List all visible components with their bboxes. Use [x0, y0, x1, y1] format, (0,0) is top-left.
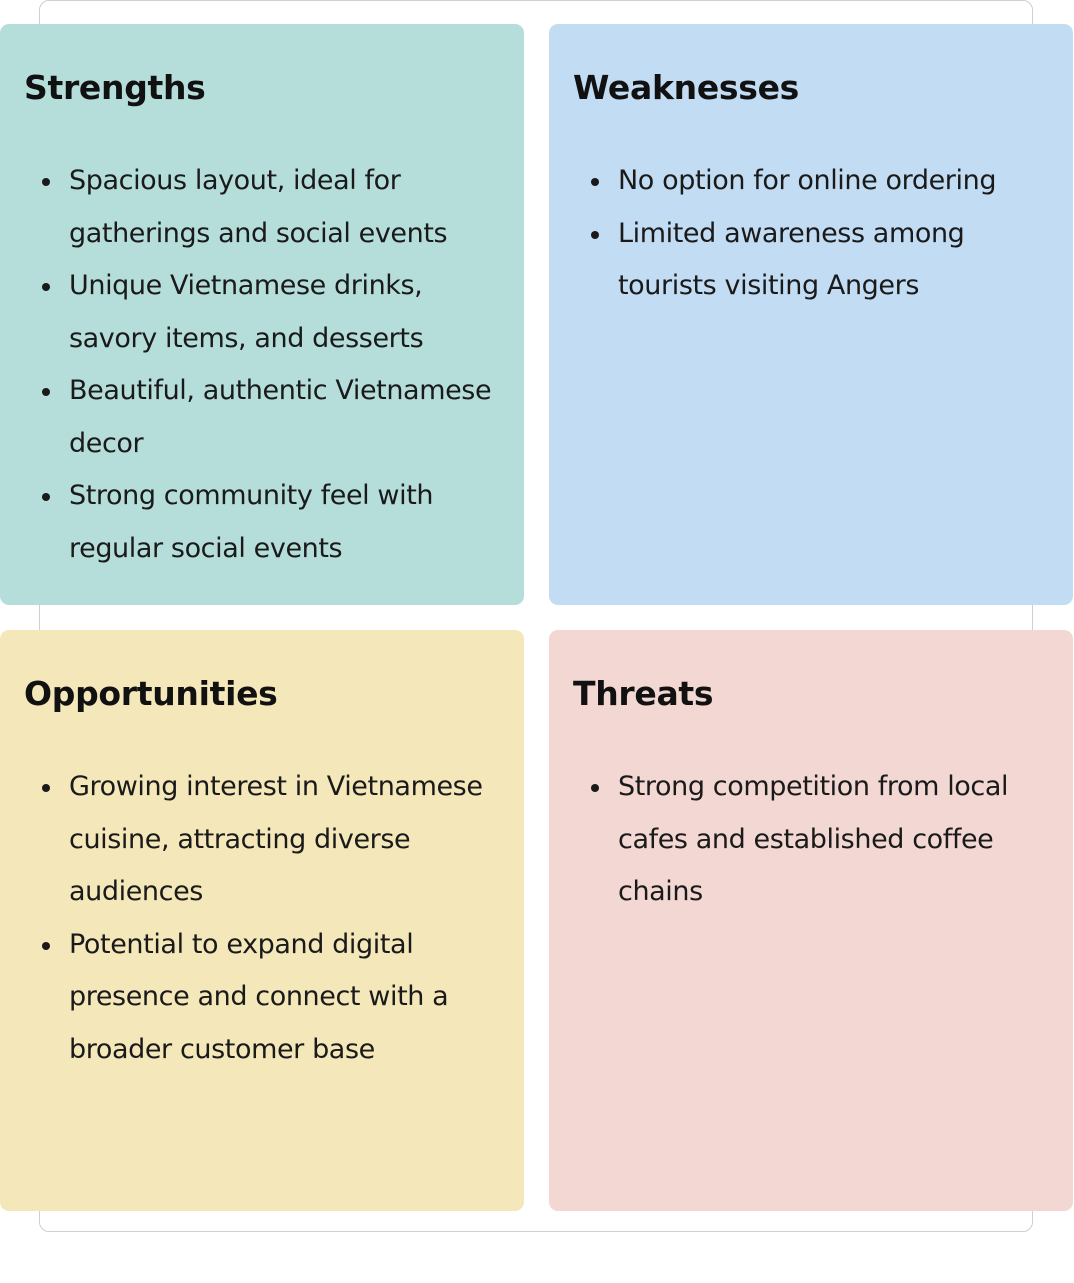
opportunities-list: Growing interest in Vietnamese cuisine, …: [24, 761, 500, 1076]
strengths-list: Spacious layout, ideal for gatherings an…: [24, 155, 500, 575]
list-item: Limited awareness among tourists visitin…: [573, 208, 1049, 313]
list-item-text: No option for online ordering: [618, 165, 997, 196]
list-item-text: Strong competition from local cafes and …: [618, 771, 1009, 907]
bullet-icon: [42, 283, 50, 291]
list-item: Beautiful, authentic Vietnamese decor: [24, 365, 500, 470]
list-item-text: Limited awareness among tourists visitin…: [618, 217, 965, 302]
list-item-text: Unique Vietnamese drinks, savory items, …: [69, 270, 424, 354]
bullet-icon: [591, 178, 599, 186]
opportunities-title: Opportunities: [24, 674, 278, 713]
strengths-title: Strengths: [24, 68, 206, 107]
bullet-icon: [42, 784, 50, 792]
list-item: Unique Vietnamese drinks, savory items, …: [24, 260, 500, 365]
list-item-text: Growing interest in Vietnamese cuisine, …: [69, 771, 483, 907]
strengths-quadrant: Strengths Spacious layout, ideal for gat…: [0, 24, 524, 605]
list-item: Growing interest in Vietnamese cuisine, …: [24, 761, 500, 919]
list-item-text: Potential to expand digital presence and…: [69, 928, 449, 1065]
list-item-text: Beautiful, authentic Vietnamese decor: [69, 375, 492, 459]
threats-title: Threats: [573, 674, 714, 713]
bullet-icon: [42, 388, 50, 396]
threats-quadrant: Threats Strong competition from local ca…: [549, 630, 1073, 1211]
bullet-icon: [42, 493, 50, 501]
list-item-text: Strong community feel with regular socia…: [69, 480, 434, 564]
weaknesses-list: No option for online ordering Limited aw…: [573, 155, 1049, 313]
weaknesses-quadrant: Weaknesses No option for online ordering…: [549, 24, 1073, 605]
threats-list: Strong competition from local cafes and …: [573, 761, 1049, 919]
list-item: Potential to expand digital presence and…: [24, 919, 500, 1077]
bullet-icon: [591, 784, 599, 792]
bullet-icon: [42, 178, 50, 186]
opportunities-quadrant: Opportunities Growing interest in Vietna…: [0, 630, 524, 1211]
swot-page: Strengths Spacious layout, ideal for gat…: [0, 0, 1074, 1283]
bullet-icon: [591, 230, 599, 239]
list-item-text: Spacious layout, ideal for gatherings an…: [69, 165, 448, 249]
list-item: Strong competition from local cafes and …: [573, 761, 1049, 919]
list-item: No option for online ordering: [573, 155, 1049, 208]
bullet-icon: [42, 941, 50, 950]
list-item: Strong community feel with regular socia…: [24, 470, 500, 575]
weaknesses-title: Weaknesses: [573, 68, 800, 107]
list-item: Spacious layout, ideal for gatherings an…: [24, 155, 500, 260]
